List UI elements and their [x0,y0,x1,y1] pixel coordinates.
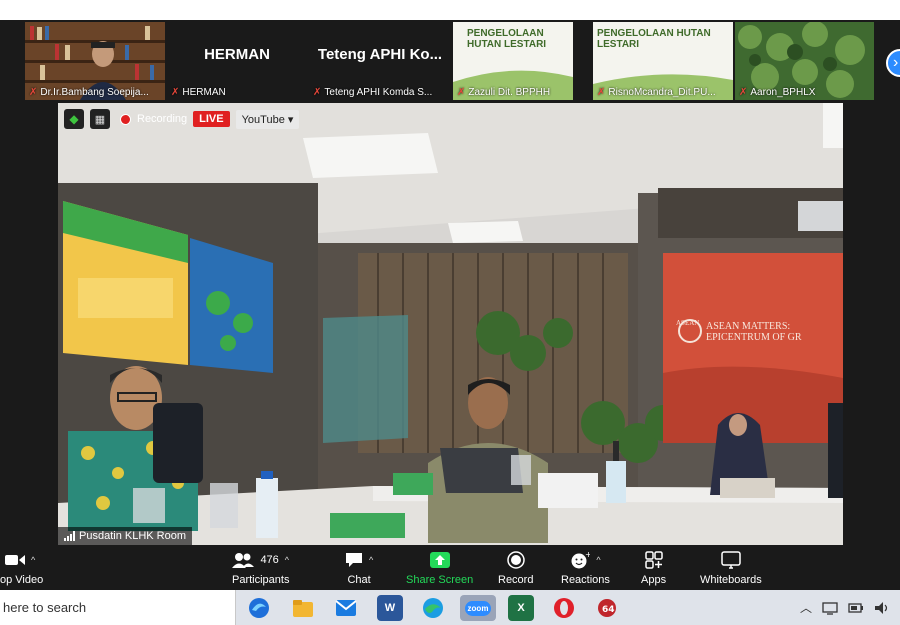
caret-up-icon[interactable]: ^ [369,555,373,565]
caret-up-icon[interactable]: ^ [596,555,600,565]
room-name: Pusdatin KLHK Room [79,530,186,542]
slide-title: PENGELOLAAN HUTAN LESTARI [597,28,711,50]
participant-name: ✗ Aaron_BPHLX [739,87,816,98]
participant-tile[interactable]: HERMAN ✗ HERMAN [167,22,307,100]
mic-muted-icon: ✗ [29,87,38,98]
recording-bar: ◆ ▦ Recording LIVE YouTube ▾ [64,109,300,129]
edge-icon[interactable] [420,595,446,621]
apps-icon [644,551,663,569]
view-grid-icon[interactable]: ▦ [90,109,110,129]
zoom-app-label: zoom [464,600,492,616]
chat-icon [346,553,362,567]
record-button[interactable]: Record [498,550,533,586]
participant-strip: ✗ Dr.Ir.Bambang Soepija... HERMAN ✗ HERMAN… [0,20,900,103]
search-placeholder: here to search [3,600,87,615]
share-screen-button[interactable]: Share Screen [406,550,473,586]
edge-legacy-icon[interactable] [246,595,272,621]
meeting-toolbar: ^ op Video 476 ^ Participants ^ Chat Sha… [0,545,900,590]
participants-label: Participants [232,574,290,586]
banner-text: ASEAN MATTERS: EPICENTRUM OF GR [706,321,802,343]
participants-button[interactable]: 476 ^ Participants [232,550,289,586]
file-explorer-icon[interactable] [290,595,316,621]
recording-label: Recording [137,113,188,125]
system-tray: ︿ [800,590,890,625]
participant-name: ✗ HERMAN [171,87,226,98]
excel-icon[interactable]: X [508,595,534,621]
share-screen-label: Share Screen [406,574,474,586]
recording-dot-icon [120,113,131,125]
main-video[interactable]: ASEAN MATTERS: EPICENTRUM OF GR ASEAN ◆ … [58,103,843,545]
participant-tile[interactable]: Teteng APHI Ko... ✗ Teteng APHI Komda S..… [309,22,451,100]
show-hidden-icons-icon[interactable]: ︿ [800,599,812,616]
mic-muted-icon: ✗ [313,87,322,98]
record-label: Record [498,574,534,586]
mic-muted-icon: ✗ [739,87,748,98]
network-icon[interactable] [822,601,838,615]
participant-name: ✗ Zazuli Dit. BPPHH [457,87,551,98]
participant-name: ✗ Teteng APHI Komda S... [313,87,433,98]
svg-text:64: 64 [602,605,615,615]
apps-button[interactable]: Apps [641,550,666,586]
video-label: op Video [0,574,44,586]
whiteboards-label: Whiteboards [700,574,762,586]
participant-tile[interactable]: ✗ Aaron_BPHLX [735,22,874,100]
record-icon [506,551,525,569]
slide-title: PENGELOLAAN HUTAN LESTARI [467,28,547,50]
mic-muted-icon: ✗ [171,87,180,98]
participant-tile[interactable]: ✗ Dr.Ir.Bambang Soepija... [25,22,165,100]
video-camera-icon [5,555,25,565]
whiteboard-icon [721,551,741,569]
opera-icon[interactable] [551,595,577,621]
participants-count: 476 [260,554,279,566]
svg-text:+: + [585,551,590,559]
reactions-button[interactable]: + ^ Reactions [561,550,610,586]
participant-name: ✗ Dr.Ir.Bambang Soepija... [29,87,149,98]
banner-subtitle: EPICENTRUM OF GR [706,332,802,343]
participant-tile[interactable]: PENGELOLAAN HUTAN LESTARI ✗ Zazuli Dit. B… [453,22,573,100]
reactions-icon: + [571,551,590,569]
zoom-taskbar-icon[interactable]: zoom [460,595,496,621]
reactions-label: Reactions [561,574,610,586]
room-name-label: Pusdatin KLHK Room [58,527,192,545]
participant-display-name: Teteng APHI Ko... [317,46,443,63]
participant-name: ✗ RisnoMcandra_Dit.PU... [597,87,716,98]
mic-muted-icon: ✗ [457,87,466,98]
mic-muted-icon: ✗ [597,87,606,98]
games-icon[interactable]: 64 [594,595,620,621]
banner-title: ASEAN MATTERS: [706,321,791,332]
chevron-right-icon: › [893,54,899,71]
participant-tile[interactable]: PENGELOLAAN HUTAN LESTARI ✗ RisnoMcandra_… [593,22,733,100]
mail-icon[interactable] [333,595,359,621]
participants-icon [232,553,255,568]
chat-button[interactable]: ^ Chat [345,550,373,586]
asean-logo-text: ASEAN [676,319,700,327]
video-button[interactable]: ^ op Video [0,550,43,586]
chevron-down-icon: ▾ [287,113,294,126]
chat-label: Chat [347,574,371,586]
taskbar-search-input[interactable]: here to search [0,590,236,625]
battery-icon[interactable] [848,602,864,614]
live-badge[interactable]: LIVE [193,111,230,127]
livestream-dropdown[interactable]: YouTube ▾ [235,109,300,129]
volume-icon[interactable] [874,601,890,615]
word-icon[interactable]: W [377,595,403,621]
top-bar [0,0,900,20]
signal-strength-icon [64,531,75,541]
caret-up-icon[interactable]: ^ [285,555,289,565]
participant-display-name: HERMAN [204,46,270,63]
caret-up-icon[interactable]: ^ [31,555,35,565]
whiteboards-button[interactable]: Whiteboards [700,550,762,586]
share-screen-icon [429,552,450,568]
livestream-platform-label: YouTube [241,113,285,126]
apps-label: Apps [641,574,667,586]
windows-taskbar: here to search W zoom X 64 ︿ [0,590,900,625]
security-shield-icon[interactable]: ◆ [64,109,84,129]
